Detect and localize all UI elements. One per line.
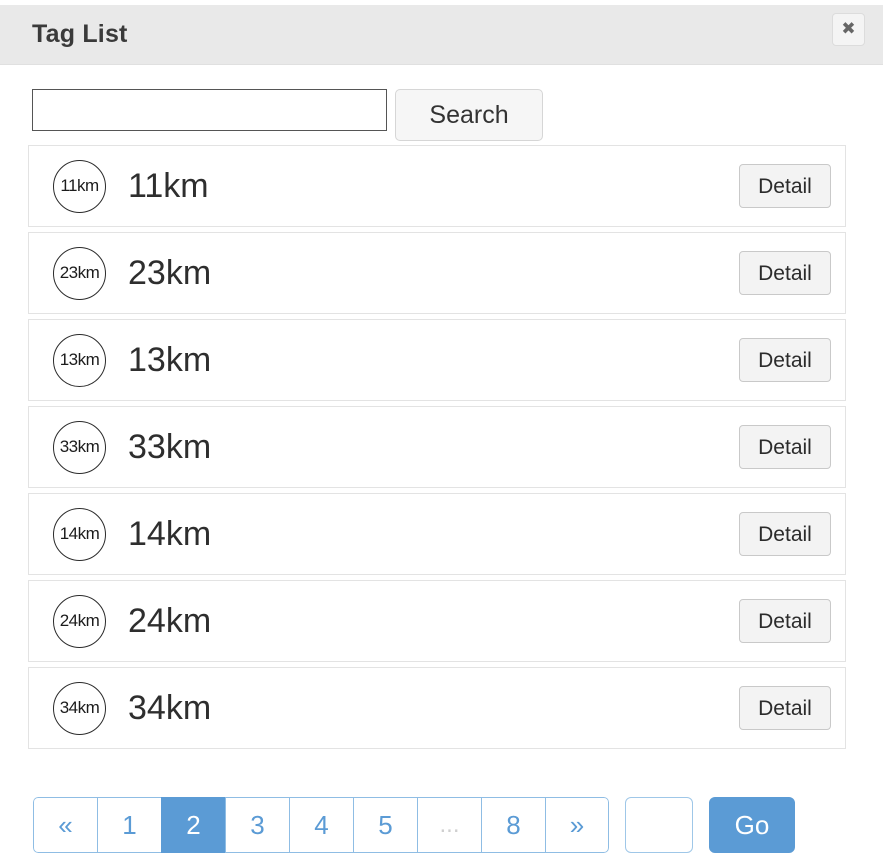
page-ellipsis: ... bbox=[417, 797, 481, 853]
tag-badge-icon: 34km bbox=[53, 681, 106, 735]
search-bar: Search bbox=[32, 89, 543, 141]
pagination-bar: «1 2 3 4 5... 8» Go bbox=[33, 797, 795, 853]
detail-button[interactable]: Detail bbox=[739, 338, 831, 382]
tag-label: 13km bbox=[128, 341, 212, 379]
tag-row: 34km 34km Detail bbox=[28, 667, 846, 749]
page-2[interactable]: 2 bbox=[161, 797, 225, 853]
tag-badge-icon: 33km bbox=[53, 420, 106, 474]
tag-label: 34km bbox=[128, 689, 212, 727]
page-title: Tag List bbox=[32, 20, 128, 48]
page-8[interactable]: 8 bbox=[481, 797, 545, 853]
search-button[interactable]: Search bbox=[395, 89, 543, 141]
tag-label: 24km bbox=[128, 602, 212, 640]
tag-label: 23km bbox=[128, 254, 212, 292]
close-icon[interactable]: ✖ bbox=[832, 13, 865, 46]
page-3[interactable]: 3 bbox=[225, 797, 289, 853]
search-input[interactable] bbox=[32, 89, 387, 131]
modal-header: Tag List bbox=[0, 5, 883, 65]
detail-button[interactable]: Detail bbox=[739, 686, 831, 730]
tag-badge-icon: 13km bbox=[53, 333, 106, 387]
tag-label: 33km bbox=[128, 428, 212, 466]
tag-label: 14km bbox=[128, 515, 212, 553]
detail-button[interactable]: Detail bbox=[739, 512, 831, 556]
page-next[interactable]: » bbox=[545, 797, 609, 853]
page-1[interactable]: 1 bbox=[97, 797, 161, 853]
tag-row: 13km 13km Detail bbox=[28, 319, 846, 401]
tag-row: 23km 23km Detail bbox=[28, 232, 846, 314]
detail-button[interactable]: Detail bbox=[739, 425, 831, 469]
tag-label: 11km bbox=[128, 167, 209, 205]
tag-row: 24km 24km Detail bbox=[28, 580, 846, 662]
detail-button[interactable]: Detail bbox=[739, 599, 831, 643]
tag-row: 11km 11km Detail bbox=[28, 145, 846, 227]
tag-badge-icon: 11km bbox=[53, 159, 106, 213]
goto-page-input[interactable] bbox=[625, 797, 693, 853]
tag-badge-icon: 14km bbox=[53, 507, 106, 561]
detail-button[interactable]: Detail bbox=[739, 164, 831, 208]
tag-row: 33km 33km Detail bbox=[28, 406, 846, 488]
go-button[interactable]: Go bbox=[709, 797, 795, 853]
pagination: «1 2 3 4 5... 8» bbox=[33, 797, 609, 853]
page-prev[interactable]: « bbox=[33, 797, 97, 853]
detail-button[interactable]: Detail bbox=[739, 251, 831, 295]
page-4[interactable]: 4 bbox=[289, 797, 353, 853]
tag-badge-icon: 24km bbox=[53, 594, 106, 648]
tag-row: 14km 14km Detail bbox=[28, 493, 846, 575]
tag-badge-icon: 23km bbox=[53, 246, 106, 300]
page-5[interactable]: 5 bbox=[353, 797, 417, 853]
tag-list: 11km 11km Detail 23km 23km Detail 13km 13km Deta… bbox=[28, 145, 846, 754]
